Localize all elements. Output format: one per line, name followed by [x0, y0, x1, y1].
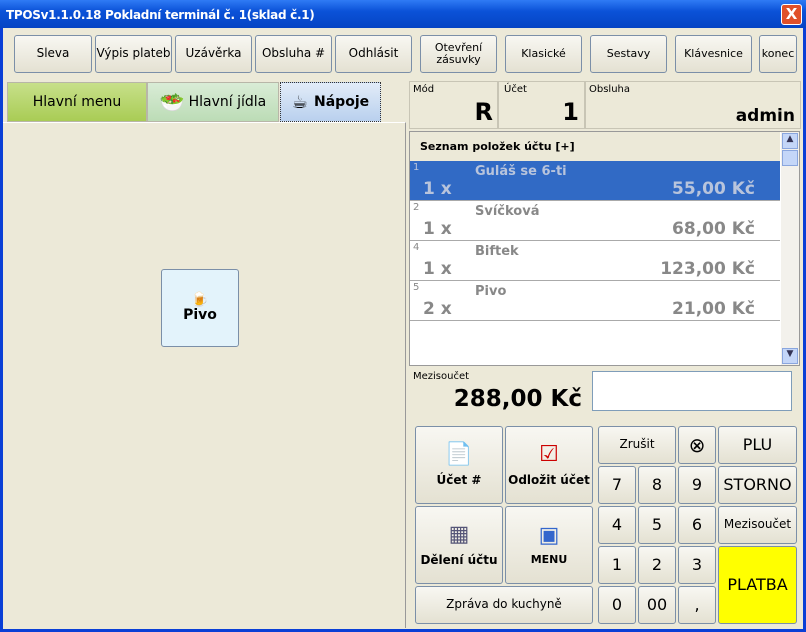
key-3[interactable]: 3	[678, 546, 716, 584]
account-value: 1	[562, 98, 579, 126]
tab-label: Hlavní jídla	[188, 94, 267, 110]
close-button[interactable]: X	[781, 4, 802, 25]
account-label: Účet	[504, 84, 527, 95]
document-check-icon: ☑	[539, 442, 559, 468]
toolbar-sestavy[interactable]: Sestavy	[590, 35, 667, 73]
subtotal-label: Mezisoučet	[413, 371, 470, 382]
item-price: 68,00 Kč	[672, 219, 755, 239]
item-name: Biftek	[475, 244, 519, 259]
toolbar-obsluha[interactable]: Obsluha #	[255, 35, 332, 73]
product-panel	[3, 122, 406, 628]
staff-value: admin	[735, 106, 795, 126]
button-label: Odložit účet	[508, 472, 590, 487]
product-pivo[interactable]: 🍺 Pivo	[161, 269, 239, 347]
list-header[interactable]: Seznam položek účtu [+]	[410, 132, 780, 161]
button-label: MENU	[530, 553, 568, 567]
item-qty: 1 x	[423, 259, 452, 279]
item-no: 4	[413, 242, 420, 253]
item-no: 1	[413, 162, 420, 173]
item-price: 21,00 Kč	[672, 299, 755, 319]
key-comma[interactable]: ,	[678, 586, 716, 624]
menu-button[interactable]: ▣ MENU	[505, 506, 593, 584]
scroll-thumb[interactable]	[782, 150, 798, 166]
clear-icon[interactable]: ⊗	[678, 426, 716, 464]
postpone-account-button[interactable]: ☑ Odložit účet	[505, 426, 593, 504]
item-name: Guláš se 6-ti	[475, 164, 567, 179]
title-bar: TPOSv1.1.0.18 Pokladní terminál č. 1(skl…	[0, 0, 806, 28]
item-price: 55,00 Kč	[672, 179, 755, 199]
tab-napoje[interactable]: ☕ Nápoje	[280, 82, 381, 122]
tab-hlavni-menu[interactable]: Hlavní menu	[7, 82, 147, 122]
toolbar-konec[interactable]: konec	[759, 35, 797, 73]
key-0[interactable]: 0	[598, 586, 636, 624]
mode-value: R	[474, 98, 493, 126]
item-name: Pivo	[475, 284, 507, 299]
item-qty: 1 x	[423, 179, 452, 199]
key-7[interactable]: 7	[598, 466, 636, 504]
scroll-down-icon[interactable]: ▼	[782, 348, 798, 364]
coffee-cup-icon: ☕	[291, 91, 309, 113]
list-item[interactable]: 4 Biftek 1 x 123,00 Kč	[410, 241, 780, 281]
key-4[interactable]: 4	[598, 506, 636, 544]
key-6[interactable]: 6	[678, 506, 716, 544]
split-account-button[interactable]: ▦ Dělení účtu	[415, 506, 503, 584]
item-qty: 1 x	[423, 219, 452, 239]
storno-button[interactable]: STORNO	[718, 466, 797, 504]
key-9[interactable]: 9	[678, 466, 716, 504]
toolbar-sleva[interactable]: Sleva	[14, 35, 92, 73]
tab-label: Nápoje	[314, 94, 370, 110]
list-item[interactable]: 2 Svíčková 1 x 68,00 Kč	[410, 201, 780, 241]
key-5[interactable]: 5	[638, 506, 676, 544]
key-1[interactable]: 1	[598, 546, 636, 584]
button-label: Účet #	[436, 472, 482, 487]
kitchen-message-button[interactable]: Zpráva do kuchyně	[415, 586, 593, 624]
mode-label: Mód	[413, 84, 435, 95]
item-price: 123,00 Kč	[660, 259, 755, 279]
window-icon: ▣	[538, 522, 560, 548]
scroll-up-icon[interactable]: ▲	[782, 133, 798, 149]
item-no: 2	[413, 202, 420, 213]
cancel-button[interactable]: Zrušit	[598, 426, 676, 464]
item-name: Svíčková	[475, 204, 540, 219]
food-icon: 🥗	[159, 90, 185, 114]
list-item[interactable]: 1 Guláš se 6-ti 1 x 55,00 Kč	[410, 161, 780, 201]
button-label: Dělení účtu	[420, 552, 498, 567]
key-8[interactable]: 8	[638, 466, 676, 504]
account-box: Účet 1	[498, 81, 585, 129]
mode-box: Mód R	[409, 81, 498, 129]
toolbar-odhlasit[interactable]: Odhlásit	[335, 35, 412, 73]
item-qty: 2 x	[423, 299, 452, 319]
key-2[interactable]: 2	[638, 546, 676, 584]
subtotal-value: 288,00 Kč	[453, 386, 582, 412]
tab-hlavni-jidla[interactable]: 🥗 Hlavní jídla	[147, 82, 279, 122]
item-no: 5	[413, 282, 420, 293]
toolbar-otevreni-zasuvky[interactable]: Otevření zásuvky	[420, 35, 497, 73]
subtotal-button[interactable]: Mezisoučet	[718, 506, 797, 544]
toolbar-klasicke[interactable]: Klasické	[505, 35, 582, 73]
product-label: Pivo	[183, 307, 217, 323]
list-scrollbar[interactable]: ▲ ▼	[781, 132, 799, 365]
beer-icon: 🍺	[191, 291, 209, 308]
toolbar-uzaverka[interactable]: Uzávěrka	[175, 35, 252, 73]
list-item[interactable]: 5 Pivo 2 x 21,00 Kč	[410, 281, 780, 321]
account-button[interactable]: 📄 Účet #	[415, 426, 503, 504]
split-table-icon: ▦	[448, 522, 470, 548]
input-field[interactable]	[592, 371, 792, 411]
staff-box: Obsluha admin	[585, 81, 801, 129]
toolbar-vypis-plateb[interactable]: Výpis plateb	[95, 35, 172, 73]
staff-label: Obsluha	[589, 84, 631, 95]
document-icon: 📄	[445, 442, 473, 468]
plu-button[interactable]: PLU	[718, 426, 797, 464]
toolbar-klavesnice[interactable]: Klávesnice	[675, 35, 752, 73]
key-00[interactable]: 00	[638, 586, 676, 624]
pay-button[interactable]: PLATBA	[718, 546, 797, 624]
subtotal-box: Mezisoučet 288,00 Kč	[410, 368, 588, 418]
